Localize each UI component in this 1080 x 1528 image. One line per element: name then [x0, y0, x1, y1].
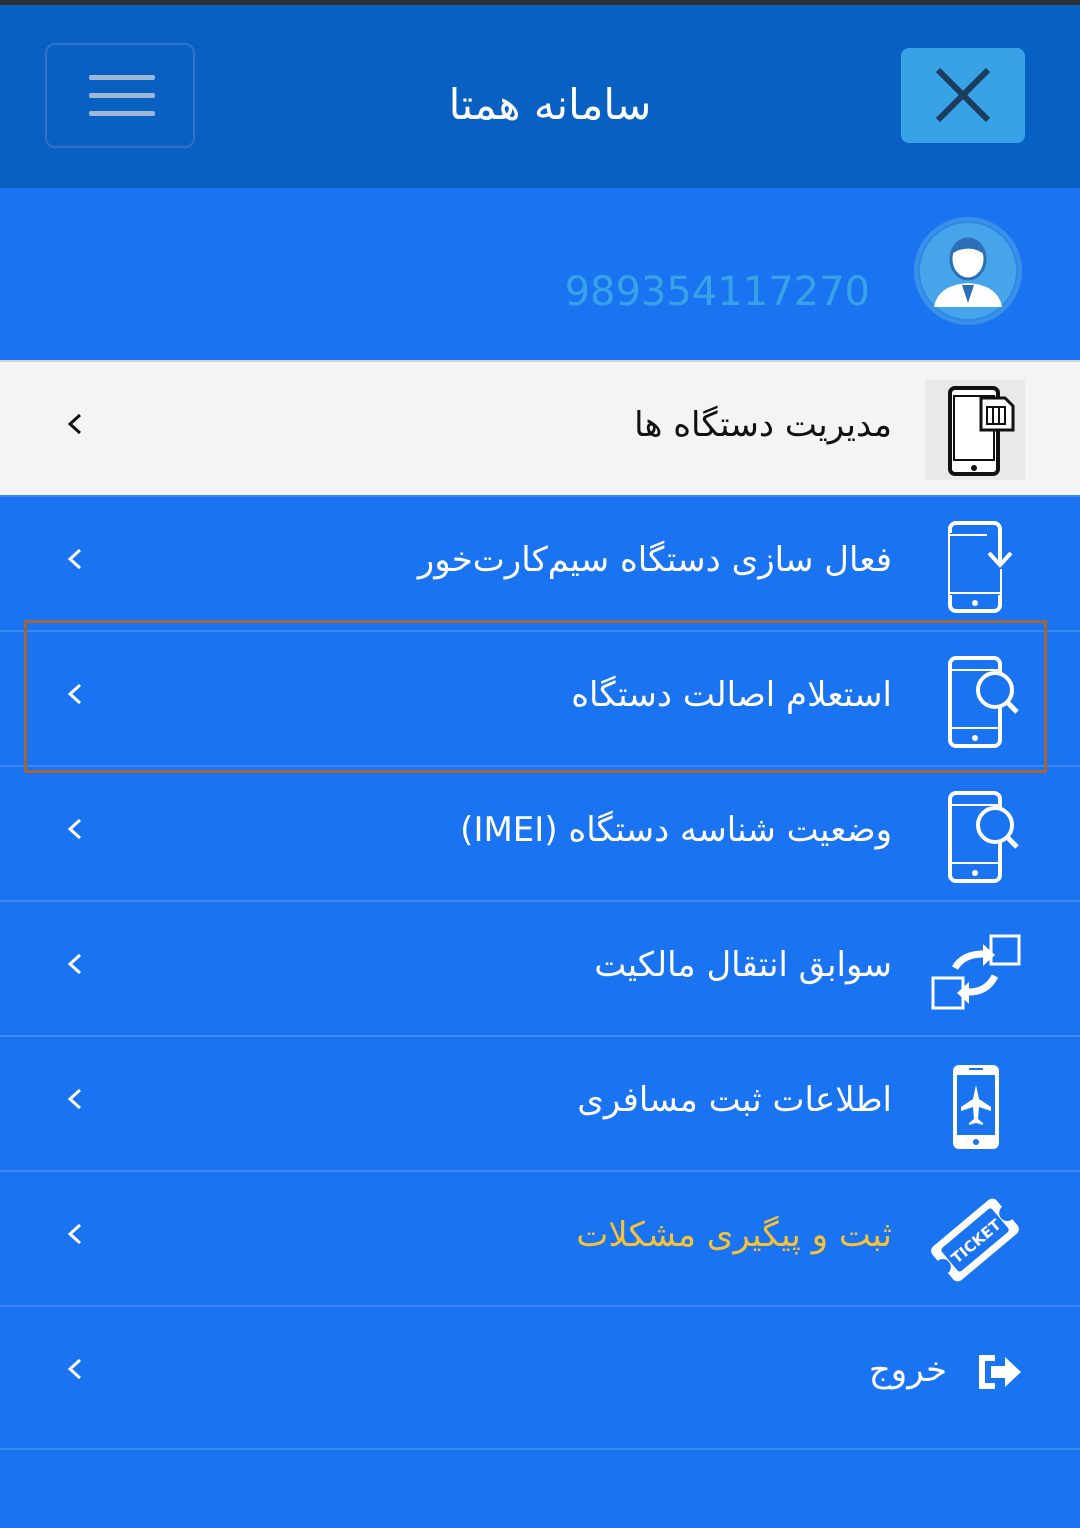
menu-item-label: استعلام اصالت دستگاه: [571, 675, 892, 715]
phone-download-icon: [948, 521, 1013, 613]
app-header: سامانه همتا: [0, 5, 1080, 188]
menu-item-activate-device[interactable]: فعال سازی دستگاه سیم‌کارت‌خور: [0, 495, 1080, 630]
hamburger-icon-line: [89, 93, 155, 98]
chevron-left-icon: [67, 548, 82, 570]
chevron-left-icon: [67, 413, 82, 435]
menu-item-label: فعال سازی دستگاه سیم‌کارت‌خور: [417, 540, 892, 580]
menu-item-device-authenticity[interactable]: استعلام اصالت دستگاه: [0, 630, 1080, 765]
close-button[interactable]: [901, 48, 1025, 143]
phone-number: 989354117270: [564, 269, 870, 315]
menu-item-label: وضعیت شناسه دستگاه (IMEI): [460, 810, 892, 850]
menu-item-travel-registration[interactable]: اطلاعات ثبت مسافری: [0, 1035, 1080, 1170]
phone-sim-icon: [925, 380, 1025, 480]
user-profile: 989354117270: [0, 188, 1080, 360]
menu-item-device-management[interactable]: مدیریت دستگاه ها: [0, 360, 1080, 495]
chevron-left-icon: [67, 818, 82, 840]
hamburger-menu-button[interactable]: [45, 43, 195, 148]
chevron-left-icon: [67, 683, 82, 705]
menu-item-label: مدیریت دستگاه ها: [634, 405, 892, 445]
app-title: سامانه همتا: [448, 80, 652, 129]
menu-item-label: خروج: [868, 1350, 947, 1390]
chevron-left-icon: [67, 1223, 82, 1245]
chevron-left-icon: [67, 1358, 82, 1380]
chevron-left-icon: [67, 953, 82, 975]
transfer-icon: [931, 934, 1021, 1010]
phone-airplane-icon: [953, 1065, 999, 1149]
menu-item-ownership-transfer[interactable]: سوابق انتقال مالکیت: [0, 900, 1080, 1035]
ticket-icon: TICKET: [931, 1198, 1019, 1282]
side-menu: مدیریت دستگاه ها فعال سازی دستگاه سیم‌کا…: [0, 360, 1080, 1440]
menu-item-label: اطلاعات ثبت مسافری: [577, 1080, 892, 1120]
logout-icon: [979, 1355, 1021, 1389]
menu-item-issue-tracking[interactable]: TICKET ثبت و پیگیری مشکلات: [0, 1170, 1080, 1305]
menu-item-logout[interactable]: خروج: [0, 1305, 1080, 1440]
menu-item-label: سوابق انتقال مالکیت: [594, 945, 892, 985]
close-icon: [935, 67, 991, 123]
menu-divider: [0, 1448, 1080, 1450]
menu-item-imei-status[interactable]: وضعیت شناسه دستگاه (IMEI): [0, 765, 1080, 900]
phone-search-icon: [948, 791, 1019, 883]
user-avatar-icon[interactable]: [914, 217, 1022, 325]
hamburger-icon: [89, 75, 155, 80]
chevron-left-icon: [67, 1088, 82, 1110]
phone-search-icon: [948, 656, 1019, 748]
hamburger-icon-line: [89, 111, 155, 116]
menu-item-label: ثبت و پیگیری مشکلات: [576, 1215, 892, 1255]
